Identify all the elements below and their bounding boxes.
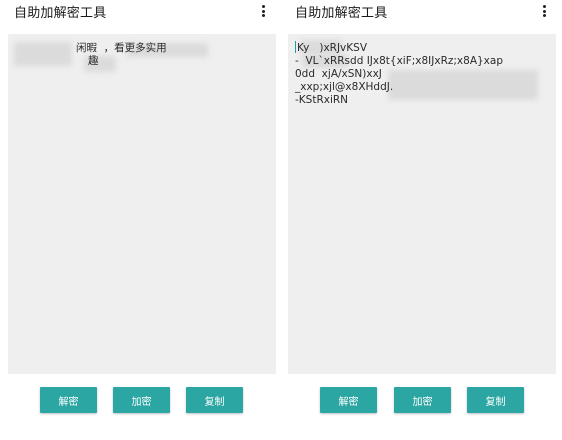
left-screen: 自助加解密工具 闲暇 ，看更多实用 趣 解密 加密 复制 [0,0,281,440]
editor-text-line: 趣 [88,55,99,67]
editor-text-line: 0dd xjA/xSN)xxJ [295,68,382,80]
copy-button[interactable]: 复制 [186,387,243,413]
decrypt-button[interactable]: 解密 [320,387,377,413]
encrypt-button[interactable]: 加密 [394,387,451,413]
right-screen: 自助加解密工具 Ky )xRJvKSV - VL`xRRsdd IJx8t{xi… [281,0,562,440]
redacted-region [14,42,72,66]
editor-text-line: -KStRxiRN [295,94,349,106]
editor-text-line: - VL`xRRsdd IJx8t{xiF;x8IJxRz;x8A}xap [295,55,504,67]
editor-text-line: _xxp;xjl@x8XHddJ. [295,81,400,93]
decrypt-button[interactable]: 解密 [40,387,97,413]
app-bar: 自助加解密工具 [281,0,562,22]
encrypt-button[interactable]: 加密 [113,387,170,413]
more-vert-icon[interactable] [538,3,550,19]
action-buttons: 解密 加密 复制 [281,387,562,413]
app-bar: 自助加解密工具 [0,0,281,22]
app-title: 自助加解密工具 [14,5,107,21]
editor-text-line: 闲暇 ，看更多实用 [76,42,167,54]
text-cursor [295,41,296,53]
app-title: 自助加解密工具 [295,5,388,21]
text-editor[interactable]: 闲暇 ，看更多实用 趣 [8,34,276,374]
more-vert-icon[interactable] [257,3,269,19]
editor-text-line: Ky )xRJvKSV [295,41,367,54]
text-editor[interactable]: Ky )xRJvKSV - VL`xRRsdd IJx8t{xiF;x8IJxR… [288,34,556,374]
action-buttons: 解密 加密 复制 [0,387,281,413]
copy-button[interactable]: 复制 [467,387,524,413]
